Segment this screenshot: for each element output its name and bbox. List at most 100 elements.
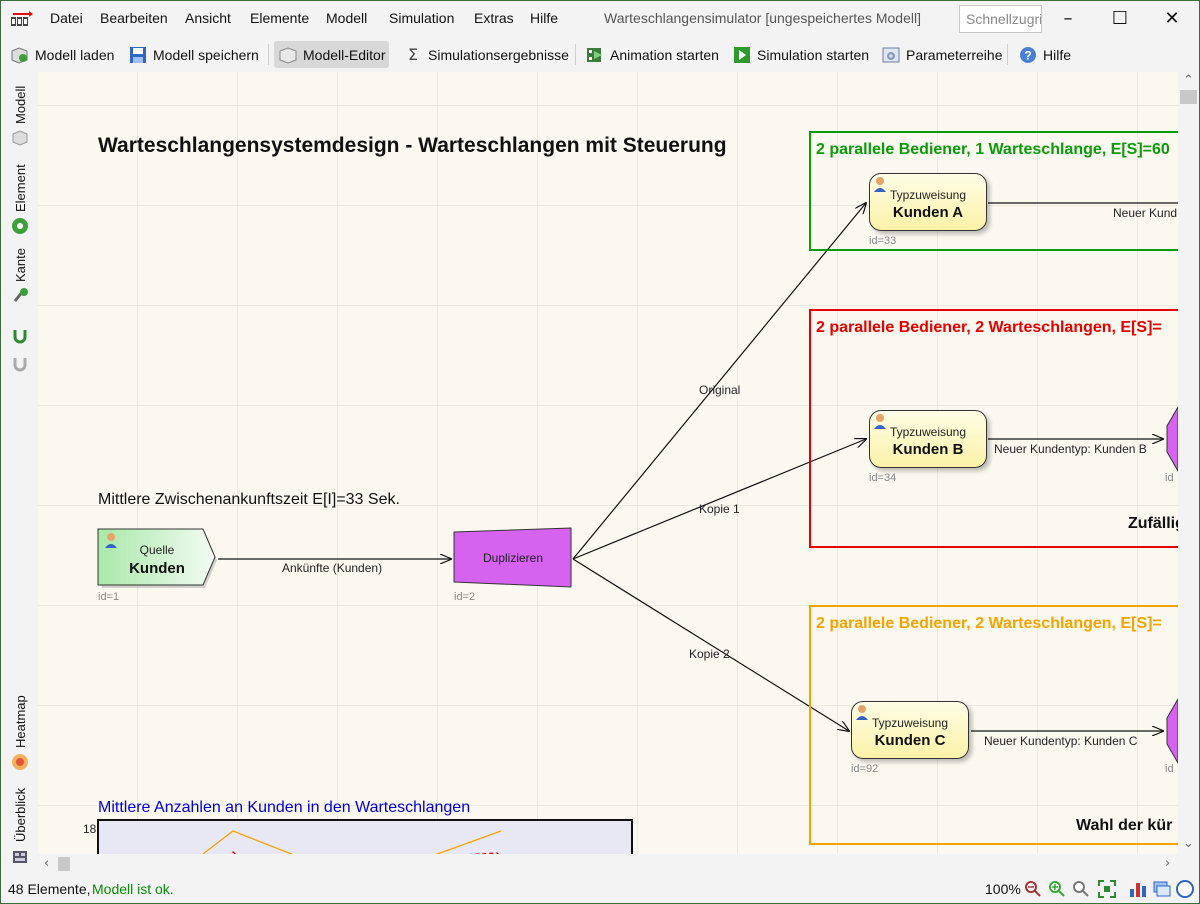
sidebar-tab-model[interactable]: Modell (13, 86, 28, 124)
toolbar-separator (268, 44, 269, 65)
partial-node-b-right[interactable] (1164, 406, 1178, 472)
status-model-ok: Modell ist ok. (92, 881, 174, 897)
horizontal-scrollbar[interactable]: ‹ › (38, 854, 1178, 874)
zoom-level: 100% (985, 881, 1021, 897)
play-icon (734, 46, 750, 63)
quick-access-input[interactable]: Schnellzugriff (959, 5, 1042, 33)
group-box-green-title: 2 parallele Bediener, 1 Warteschlange, E… (816, 141, 1170, 158)
close-button[interactable]: ✕ (1160, 7, 1184, 31)
group-box-red-title: 2 parallele Bediener, 2 Warteschlangen, … (816, 319, 1162, 336)
help-button[interactable]: ? Hilfe (1014, 41, 1075, 68)
type-assign-a-name: Kunden A (892, 204, 964, 221)
start-simulation-button[interactable]: Simulation starten (728, 41, 873, 68)
vertical-scroll-thumb[interactable] (1180, 90, 1197, 104)
zoom-out-icon[interactable] (1024, 880, 1042, 898)
menu-ansicht[interactable]: Ansicht (185, 10, 231, 26)
layers-icon[interactable] (1152, 879, 1172, 899)
person-icon (856, 705, 868, 720)
edge-copy2[interactable] (572, 558, 849, 731)
zoom-reset-icon[interactable] (1072, 880, 1090, 898)
sidebar-tab-edge[interactable]: Kante (13, 248, 28, 282)
menu-simulation[interactable]: Simulation (389, 10, 454, 26)
save-icon (130, 46, 146, 63)
edge-label-copy2: Kopie 2 (689, 647, 730, 661)
status-bar: 48 Elemente, Modell ist ok. 100% (1, 874, 1199, 903)
chart-caption: Mittlere Anzahlen an Kunden in den Warte… (98, 799, 471, 816)
scroll-left-icon[interactable]: ‹ (44, 856, 49, 871)
menu-extras[interactable]: Extras (474, 10, 514, 26)
menu-bearbeiten[interactable]: Bearbeiten (100, 10, 168, 26)
toolbar: Modell laden Modell speichern Modell-Edi… (1, 38, 1199, 71)
model-icon (12, 130, 28, 146)
load-model-button[interactable]: Modell laden (6, 41, 118, 68)
navigator-icon[interactable] (1175, 879, 1195, 899)
undo-icon[interactable] (11, 326, 29, 344)
parameter-series-label: Parameterreihe (906, 46, 1003, 63)
menu-elemente[interactable]: Elemente (250, 10, 309, 26)
model-canvas[interactable]: Warteschlangensystemdesign - Warteschlan… (38, 72, 1178, 854)
simulation-results-button[interactable]: Σ Simulationsergebnisse (399, 41, 573, 68)
edge-label-new-a: Neuer Kund (1113, 206, 1178, 220)
menu-datei[interactable]: Datei (50, 10, 83, 26)
edge-label-arrivals: Ankünfte (Kunden) (282, 561, 383, 575)
scroll-right-icon[interactable]: › (1165, 856, 1170, 871)
source-node-id: id=1 (98, 591, 120, 603)
menu-hilfe[interactable]: Hilfe (530, 10, 558, 26)
group-box-red-footer: Zufällig (1128, 515, 1178, 532)
parameter-series-button[interactable]: Parameterreihe (877, 41, 1007, 68)
sidebar-tab-overview[interactable]: Überblick (13, 788, 28, 842)
status-element-count: 48 Elemente, (8, 881, 91, 897)
overview-icon (13, 851, 27, 863)
scroll-down-icon[interactable]: ⌄ (1183, 836, 1194, 851)
group-box-orange-footer: Wahl der kür (1076, 817, 1173, 834)
group-box-red[interactable] (809, 309, 1178, 548)
element-icon (12, 218, 28, 234)
load-model-label: Modell laden (35, 46, 115, 63)
edge-label-new-b: Neuer Kundentyp: Kunden B (994, 442, 1147, 456)
type-assign-b-name: Kunden B (892, 441, 964, 458)
help-icon: ? (1020, 46, 1036, 63)
start-simulation-label: Simulation starten (757, 46, 870, 63)
start-animation-button[interactable]: Animation starten (581, 41, 723, 68)
type-assign-c-name: Kunden C (874, 732, 946, 749)
fit-to-window-icon[interactable] (1097, 879, 1117, 899)
person-icon (874, 414, 886, 429)
minimize-button[interactable]: – (1056, 7, 1080, 31)
edge-label-copy1: Kopie 1 (699, 502, 740, 516)
window-title: Warteschlangensimulator [ungespeichertes… (604, 10, 921, 26)
edge-label-original: Original (699, 383, 741, 397)
chart-axis-top-label: 18 (83, 822, 97, 836)
partial-node-c-right[interactable] (1164, 698, 1178, 764)
start-animation-label: Animation starten (610, 46, 719, 63)
scroll-up-icon[interactable]: ⌃ (1183, 73, 1194, 88)
menu-modell[interactable]: Modell (326, 10, 367, 26)
model-title: Warteschlangensystemdesign - Warteschlan… (98, 134, 727, 157)
duplicate-node-id: id=2 (454, 591, 476, 603)
redo-icon[interactable] (11, 354, 29, 372)
vertical-scrollbar[interactable]: ⌃ ⌄ (1178, 72, 1199, 854)
type-assign-b-type: Typzuweisung (889, 425, 967, 439)
menubar: Datei Bearbeiten Ansicht Elemente Modell… (1, 1, 1199, 37)
toolbar-separator (575, 44, 576, 65)
person-icon (874, 177, 886, 192)
model-editor-button[interactable]: Modell-Editor (274, 41, 390, 68)
maximize-button[interactable]: ☐ (1108, 7, 1132, 31)
statistics-icon[interactable] (1128, 879, 1148, 899)
sigma-icon: Σ (407, 44, 419, 64)
source-node-type: Quelle (139, 543, 175, 557)
sidebar-tab-element[interactable]: Element (13, 164, 28, 212)
save-model-button[interactable]: Modell speichern (124, 41, 263, 68)
svg-text:?: ? (1024, 48, 1031, 62)
zoom-in-icon[interactable] (1048, 880, 1066, 898)
toolbar-separator (1007, 44, 1008, 65)
model-editor-icon (279, 46, 297, 64)
animation-icon (587, 47, 602, 62)
queue-chart-lines (201, 830, 502, 854)
duplicate-node-label: Duplizieren (482, 551, 544, 565)
help-label: Hilfe (1043, 46, 1072, 63)
queue-chart[interactable] (97, 819, 633, 854)
sidebar-tab-heatmap[interactable]: Heatmap (13, 695, 28, 748)
save-model-label: Modell speichern (153, 46, 259, 63)
horizontal-scroll-thumb[interactable] (58, 857, 70, 871)
source-node-name: Kunden (129, 560, 185, 577)
